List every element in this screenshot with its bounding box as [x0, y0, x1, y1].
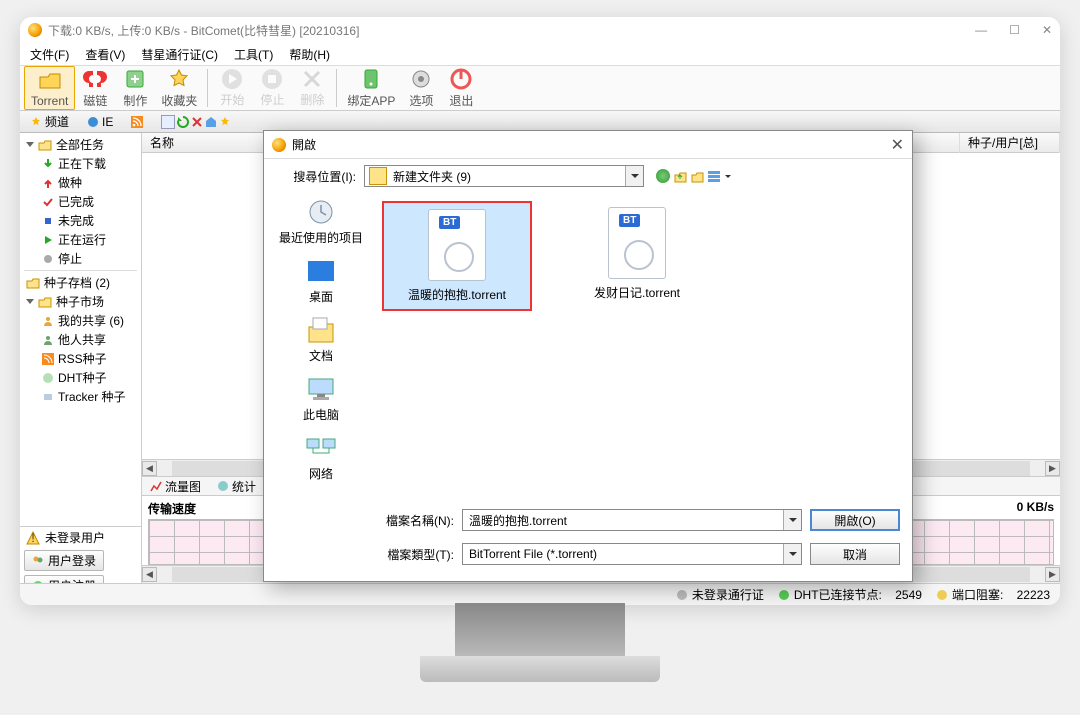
- dropdown-icon[interactable]: [724, 169, 732, 183]
- tb-open-torrent[interactable]: Torrent: [24, 66, 75, 110]
- place-network[interactable]: 网络: [303, 433, 339, 482]
- file-list: 温暖的抱抱.torrent 发财日记.torrent: [374, 197, 900, 505]
- tb-delete: 删除: [292, 66, 332, 110]
- titlebar: 下载:0 KB/s, 上传:0 KB/s - BitComet(比特彗星) [2…: [20, 17, 1060, 43]
- tb-open-magnet[interactable]: 磁链: [75, 66, 115, 110]
- tab-ie[interactable]: IE: [79, 113, 121, 131]
- up-icon[interactable]: [673, 169, 687, 183]
- filename-label: 檔案名稱(N):: [374, 512, 454, 529]
- tab-channel[interactable]: 频道: [22, 111, 77, 132]
- dialog-titlebar: 開啟 ✕: [264, 131, 912, 159]
- place-desktop[interactable]: 桌面: [303, 256, 339, 305]
- open-button[interactable]: 開啟(O): [810, 509, 900, 531]
- menu-view[interactable]: 查看(V): [79, 44, 131, 65]
- home-icon[interactable]: [205, 116, 217, 128]
- statusbar: 未登录通行证 DHT已连接节点: 2549 端口阻塞: 22223: [20, 583, 1060, 605]
- main-toolbar: Torrent 磁链 制作 收藏夹 开始 停止 删除 绑定APP 选项 退出: [20, 65, 1060, 111]
- lookin-combo[interactable]: 新建文件夹 (9): [364, 165, 644, 187]
- tree-completed[interactable]: 已完成: [20, 192, 141, 211]
- window-title: 下载:0 KB/s, 上传:0 KB/s - BitComet(比特彗星) [2…: [48, 22, 359, 39]
- user-status: !未登录用户: [20, 527, 141, 548]
- tree-tracker[interactable]: Tracker 种子: [20, 387, 141, 406]
- place-documents[interactable]: 文档: [303, 315, 339, 364]
- fav-icon[interactable]: [219, 116, 231, 128]
- register-button[interactable]: 用户注册: [24, 575, 104, 583]
- lookin-label: 搜尋位置(I):: [276, 168, 356, 185]
- tab-stats[interactable]: 统计: [209, 476, 264, 497]
- tb-exit[interactable]: 退出: [441, 66, 481, 110]
- svg-text:!: !: [31, 531, 34, 545]
- file-item-1[interactable]: 温暖的抱抱.torrent: [382, 201, 532, 311]
- place-thispc[interactable]: 此电脑: [303, 374, 339, 423]
- open-file-dialog: 開啟 ✕ 搜尋位置(I): 新建文件夹 (9): [263, 130, 913, 582]
- tree-running[interactable]: 正在运行: [20, 230, 141, 249]
- rss-icon: [131, 116, 143, 128]
- back-icon[interactable]: [656, 169, 670, 183]
- maximize-button[interactable]: ☐: [1009, 23, 1020, 37]
- menu-passport[interactable]: 彗星通行证(C): [135, 44, 224, 65]
- menu-file[interactable]: 文件(F): [24, 44, 75, 65]
- tree-downloading[interactable]: 正在下载: [20, 154, 141, 173]
- tb-create-torrent[interactable]: 制作: [115, 66, 155, 110]
- tab-sq1[interactable]: [161, 115, 175, 129]
- tree-market[interactable]: 种子市场: [20, 292, 141, 311]
- tree-rss[interactable]: RSS种子: [20, 349, 141, 368]
- tree-stopped[interactable]: 停止: [20, 249, 141, 268]
- tb-bind-app[interactable]: 绑定APP: [341, 66, 401, 110]
- refresh-icon[interactable]: [177, 116, 189, 128]
- sidebar: 全部任务 正在下载 做种 已完成 未完成 正在运行 停止 种子存档 (2) 种子…: [20, 133, 142, 583]
- col-seeds[interactable]: 种子/用户[总]: [960, 133, 1060, 153]
- tb-favorites[interactable]: 收藏夹: [155, 66, 203, 110]
- close-button[interactable]: ✕: [1042, 23, 1052, 37]
- menubar: 文件(F) 查看(V) 彗星通行证(C) 工具(T) 帮助(H): [20, 43, 1060, 65]
- minimize-button[interactable]: —: [975, 23, 987, 37]
- places-bar: 最近使用的项目 桌面 文档 此电脑 网络: [276, 197, 366, 505]
- tb-start: 开始: [212, 66, 252, 110]
- status-passport[interactable]: 未登录通行证: [677, 586, 764, 603]
- login-button[interactable]: 用户登录: [24, 550, 104, 571]
- chart-title: 传输速度: [148, 500, 196, 517]
- status-dht: DHT已连接节点: 2549: [779, 586, 922, 603]
- place-recent[interactable]: 最近使用的项目: [279, 197, 363, 246]
- status-port: 端口阻塞: 22223: [937, 586, 1050, 603]
- bitcomet-window: 下载:0 KB/s, 上传:0 KB/s - BitComet(比特彗星) [2…: [20, 17, 1060, 605]
- torrent-file-icon: [428, 209, 486, 281]
- user-box: !未登录用户 用户登录 用户注册: [20, 526, 141, 583]
- tb-options[interactable]: 选项: [401, 66, 441, 110]
- dialog-icon: [272, 138, 286, 152]
- app-icon: [28, 23, 42, 37]
- folder-icon: [369, 167, 387, 185]
- torrent-file-icon: [608, 207, 666, 279]
- tb-stop: 停止: [252, 66, 292, 110]
- filename-combo[interactable]: 溫暖的抱抱.torrent: [462, 509, 802, 531]
- dialog-title: 開啟: [292, 136, 316, 153]
- chart-rate: 0 KB/s: [1017, 500, 1054, 517]
- filetype-label: 檔案類型(T):: [374, 546, 454, 563]
- star-icon: [30, 116, 42, 128]
- ie-icon: [87, 116, 99, 128]
- x-icon[interactable]: [191, 116, 203, 128]
- tree-archive[interactable]: 种子存档 (2): [20, 273, 141, 292]
- tree-incomplete[interactable]: 未完成: [20, 211, 141, 230]
- menu-help[interactable]: 帮助(H): [283, 44, 336, 65]
- tab-rss[interactable]: [123, 114, 151, 130]
- tree-dht[interactable]: DHT种子: [20, 368, 141, 387]
- viewmenu-icon[interactable]: [707, 169, 721, 183]
- cancel-button[interactable]: 取消: [810, 543, 900, 565]
- tree-othershare[interactable]: 他人共享: [20, 330, 141, 349]
- tree-all-tasks[interactable]: 全部任务: [20, 135, 141, 154]
- dialog-close-button[interactable]: ✕: [891, 135, 904, 155]
- filetype-combo[interactable]: BitTorrent File (*.torrent): [462, 543, 802, 565]
- newfolder-icon[interactable]: [690, 169, 704, 183]
- menu-tools[interactable]: 工具(T): [228, 44, 279, 65]
- task-tree: 全部任务 正在下载 做种 已完成 未完成 正在运行 停止 种子存档 (2) 种子…: [20, 133, 141, 526]
- file-item-2[interactable]: 发财日记.torrent: [562, 201, 712, 307]
- tree-seeding[interactable]: 做种: [20, 173, 141, 192]
- tab-flow[interactable]: 流量图: [142, 476, 209, 497]
- tree-myshare[interactable]: 我的共享 (6): [20, 311, 141, 330]
